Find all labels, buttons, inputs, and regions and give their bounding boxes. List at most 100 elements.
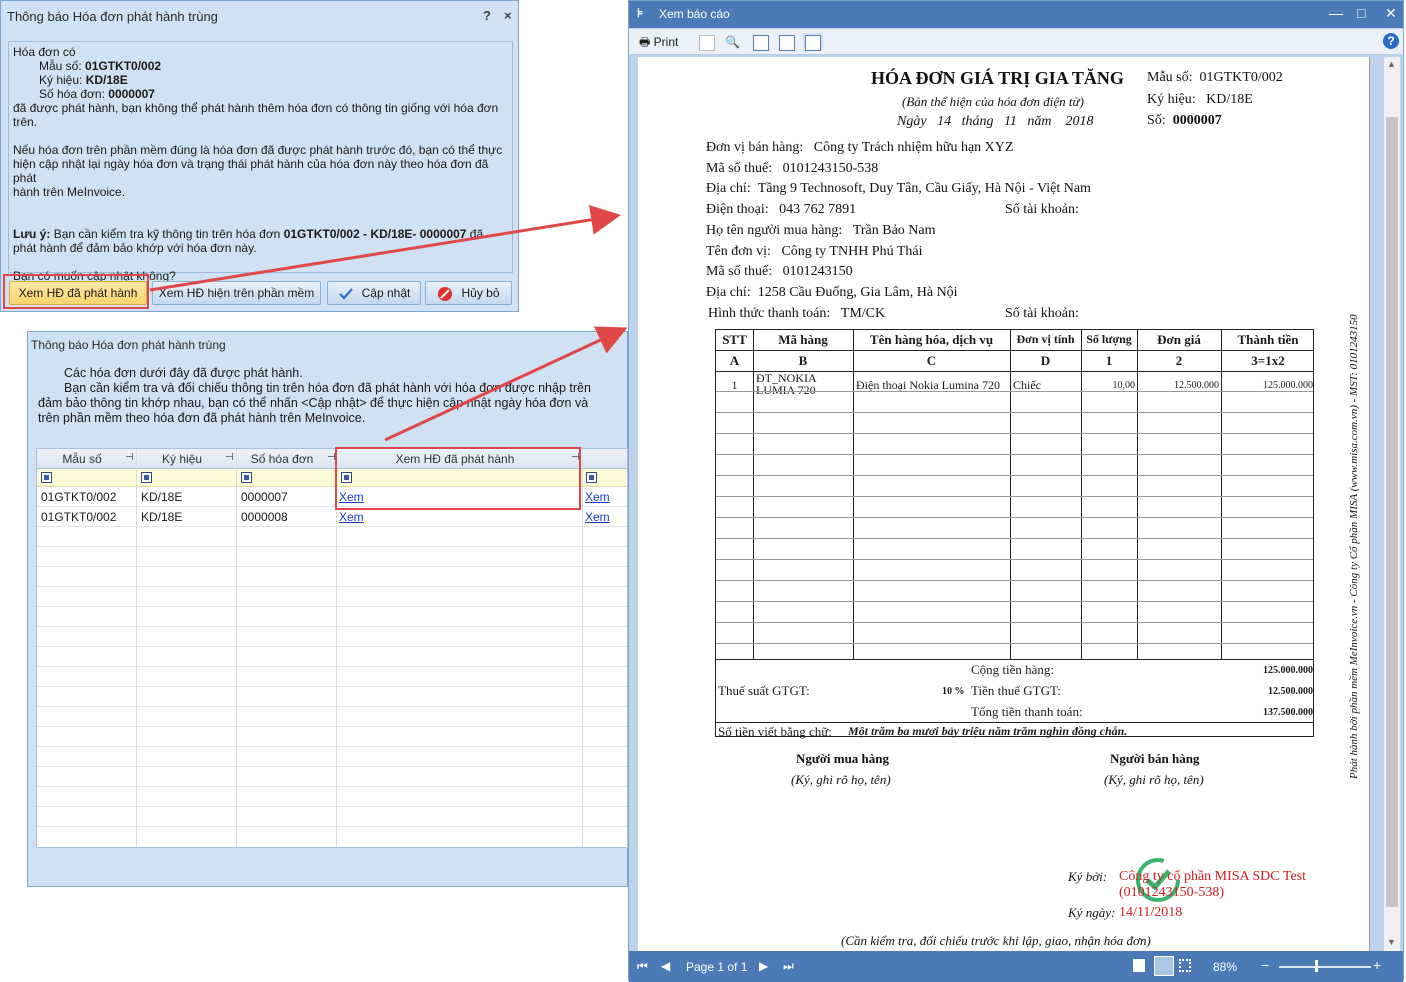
next-page-icon[interactable]: ▶ <box>759 959 768 973</box>
vat-rate-label: Thuế suất GTGT: <box>718 683 810 698</box>
header-code: Mã hàng <box>778 332 828 347</box>
note-text-2: phát hành để đảm bảo khớp với hóa đơn nà… <box>13 241 257 255</box>
table-row[interactable]: 01GTKT0/002 KD/18E 0000008 Xem Xem <box>37 507 627 527</box>
view-link[interactable]: Xem <box>339 510 364 524</box>
find-icon[interactable]: 🔍 <box>725 33 740 51</box>
cancel-button[interactable]: Hủy bỏ <box>425 281 512 305</box>
view-link[interactable]: Xem <box>585 490 610 504</box>
pin-icon[interactable]: ⊣ <box>225 452 234 463</box>
seller-address-field: Địa chỉ: Tầng 9 Technosoft, Duy Tân, Cầu… <box>706 181 1091 196</box>
help-icon[interactable]: ? <box>1383 33 1399 49</box>
number-line: Số hóa đơn: 0000007 <box>39 87 155 101</box>
multi-page-icon[interactable] <box>1179 959 1191 972</box>
filter-icon[interactable] <box>586 472 597 483</box>
dialog-title: Thông báo Hóa đơn phát hành trùng <box>31 338 226 352</box>
vat-rate-value: 10 % <box>942 686 965 697</box>
zoom-out-icon[interactable]: − <box>1261 957 1269 973</box>
close-icon[interactable]: ✕ <box>1385 5 1397 22</box>
filter-icon[interactable] <box>41 472 52 483</box>
check-icon <box>338 286 354 302</box>
note-text: Lưu ý: Bạn cần kiểm tra kỹ thông tin trê… <box>13 227 484 241</box>
message-intro: Hóa đơn có <box>13 45 76 59</box>
report-page: HÓA ĐƠN GIÁ TRỊ GIA TĂNG (Bản thể hiện c… <box>638 57 1370 951</box>
minimize-icon[interactable]: — <box>1329 5 1343 21</box>
fit-page-icon[interactable] <box>803 33 823 51</box>
zoom-slider[interactable] <box>1279 966 1371 968</box>
zoom-slider-handle[interactable] <box>1315 960 1318 972</box>
seller-signature-note: (Ký, ghi rõ họ, tên) <box>1104 772 1204 787</box>
signed-tax-value: (0101243150-538) <box>1119 885 1224 900</box>
header-price: Đơn giá <box>1157 332 1201 347</box>
symbol-field: Ký hiệu: KD/18E <box>1147 92 1253 107</box>
print-button[interactable]: 🖶 Print <box>639 33 678 51</box>
buyer-signature-label: Người mua hàng <box>796 751 890 766</box>
seller-tax-field: Mã số thuế: 0101243150-538 <box>706 161 879 176</box>
close-button[interactable]: × <box>504 8 512 23</box>
signed-by-label: Ký bởi: <box>1068 869 1108 884</box>
buyer-tax-field: Mã số thuế: 0101243150 <box>706 264 853 279</box>
buyer-unit-field: Tên đơn vị: Công ty TNHH Phú Thái <box>706 244 923 259</box>
vat-amount-value: 12.500.000 <box>1268 686 1313 697</box>
column-template[interactable]: Mẫu số <box>37 452 127 466</box>
seller-field: Đơn vị bán hàng: Công ty Trách nhiệm hữu… <box>706 140 1014 155</box>
dialog-title: Thông báo Hóa đơn phát hành trùng <box>7 9 218 24</box>
signed-date-value: 14/11/2018 <box>1119 905 1183 920</box>
header-amount: Thành tiền <box>1237 332 1299 347</box>
seller-account-field: Số tài khoản: <box>1005 202 1079 217</box>
column-symbol[interactable]: Ký hiệu <box>137 452 227 466</box>
payment-field: Hình thức thanh toán: TM/CK <box>708 306 886 321</box>
duplicate-invoice-dialog: Thông báo Hóa đơn phát hành trùng ? × Hó… <box>0 0 519 312</box>
filter-icon[interactable] <box>241 472 252 483</box>
buyer-account-field: Số tài khoản: <box>1005 306 1079 321</box>
software-text-1: Nếu hóa đơn trên phần mềm đúng là hóa đơ… <box>13 143 503 157</box>
signed-by-value: Công ty cổ phần MISA SDC Test <box>1119 869 1306 884</box>
highlight-box <box>3 274 149 309</box>
viewer-title: Xem báo cáo <box>659 7 730 21</box>
amount-in-words-label: Số tiền viết bằng chữ: <box>718 724 832 739</box>
highlight-box <box>335 447 581 510</box>
maximize-icon[interactable]: □ <box>1357 5 1365 21</box>
report-viewer-window: ⊧ Xem báo cáo — □ ✕ 🖶 Print 🔍 ? HÓA ĐƠN … <box>628 0 1404 982</box>
printer-icon: 🖶 <box>639 35 651 49</box>
pin-icon[interactable]: ⊣ <box>125 452 134 463</box>
page-setup-icon[interactable] <box>753 33 769 51</box>
continuous-page-icon[interactable] <box>1154 956 1174 976</box>
viewer-statusbar: ⏮ ◀ Page 1 of 1 ▶ ⏭ 88% − + <box>629 951 1403 982</box>
last-page-icon[interactable]: ⏭ <box>783 959 794 974</box>
zoom-in-icon[interactable]: + <box>1373 957 1381 973</box>
template-field: Mẫu số: 01GTKT0/002 <box>1147 70 1283 85</box>
filter-icon[interactable] <box>141 472 152 483</box>
update-button[interactable]: Cập nhật <box>327 281 421 305</box>
cancel-icon <box>437 286 453 302</box>
footer-note: (Cần kiểm tra, đối chiếu trước khi lập, … <box>841 933 1151 948</box>
app-icon: ⊧ <box>637 6 644 20</box>
buyer-signature-note: (Ký, ghi rõ họ, tên) <box>791 772 891 787</box>
duplicate-invoice-list-dialog: Thông báo Hóa đơn phát hành trùng Các hó… <box>27 331 628 887</box>
seller-signature-label: Người bán hàng <box>1110 751 1200 766</box>
software-text-3: hành trên MeInvoice. <box>13 185 126 199</box>
subtotal-label: Cộng tiền hàng: <box>971 662 1055 677</box>
first-page-icon[interactable]: ⏮ <box>637 959 648 974</box>
viewer-toolbar: 🖶 Print 🔍 ? <box>629 29 1403 55</box>
vat-amount-label: Tiền thuế GTGT: <box>971 683 1061 698</box>
header-stt: STT <box>722 332 747 347</box>
invoice-date: Ngày 14 tháng 11 năm 2018 <box>897 114 1094 129</box>
invoice-items-table: STT Mã hàng Tên hàng hóa, dịch vụ Đơn vị… <box>715 329 1314 739</box>
single-page-icon[interactable] <box>1133 959 1145 972</box>
issued-text: đã được phát hành, bạn không thể phát hà… <box>13 101 499 115</box>
invoice-subtitle: (Bản thể hiện của hóa đơn điện tử) <box>902 94 1084 109</box>
help-button[interactable]: ? <box>483 8 491 23</box>
header-unit: Đơn vị tính <box>1016 332 1075 346</box>
template-line: Mẫu số: 01GTKT0/002 <box>39 59 162 73</box>
view-link[interactable]: Xem <box>585 510 610 524</box>
vertical-scrollbar[interactable]: ▲ ▼ <box>1384 57 1400 951</box>
page-view-icon[interactable] <box>779 33 795 51</box>
view-software-invoice-button[interactable]: Xem HĐ hiện trên phần mềm <box>152 281 321 305</box>
header-qty: Số lượng <box>1086 332 1132 346</box>
export-icon[interactable] <box>699 33 715 51</box>
invoice-title: HÓA ĐƠN GIÁ TRỊ GIA TĂNG <box>871 68 1124 88</box>
prev-page-icon[interactable]: ◀ <box>661 959 670 973</box>
buyer-address-field: Địa chỉ: 1258 Cầu Đuống, Gia Lâm, Hà Nội <box>706 285 958 300</box>
column-number[interactable]: Số hóa đơn <box>237 452 327 466</box>
issued-text-2: trên. <box>13 115 38 129</box>
